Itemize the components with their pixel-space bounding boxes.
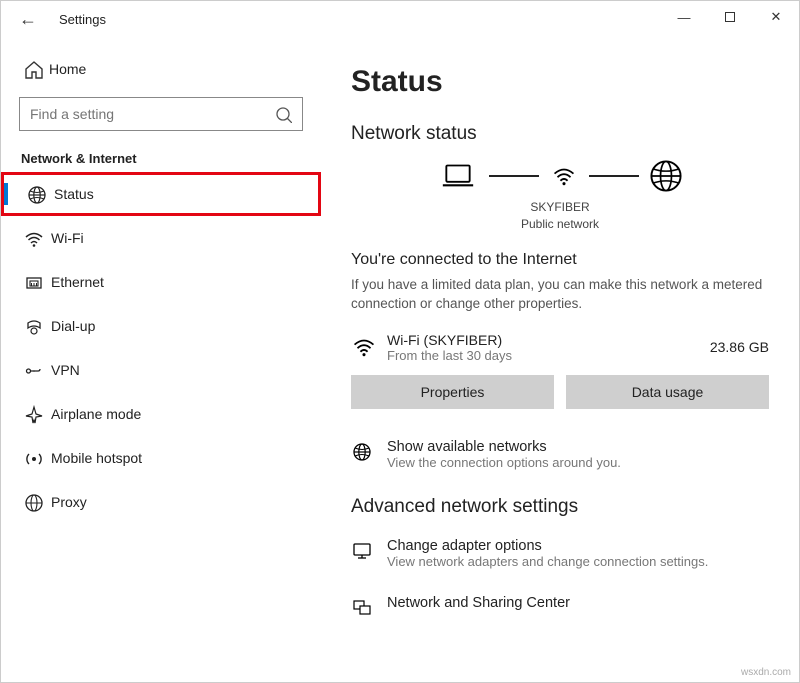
wifi-icon: [549, 163, 579, 189]
minimize-button[interactable]: ―: [661, 1, 707, 33]
nav-status[interactable]: Status: [1, 172, 321, 216]
nav-hotspot[interactable]: Mobile hotspot: [1, 436, 321, 480]
nav-dialup[interactable]: Dial-up: [1, 304, 321, 348]
page-title: Status: [351, 65, 769, 99]
connection-period: From the last 30 days: [387, 348, 512, 363]
sharing-title: Network and Sharing Center: [387, 595, 570, 611]
data-usage-button[interactable]: Data usage: [566, 375, 769, 409]
nav-label: Ethernet: [51, 274, 104, 290]
monitor-icon: [351, 538, 387, 562]
adapter-title: Change adapter options: [387, 538, 708, 554]
network-status-heading: Network status: [351, 123, 769, 145]
nav-label: Mobile hotspot: [51, 450, 142, 466]
home-label: Home: [49, 61, 86, 77]
sharing-center-link[interactable]: Network and Sharing Center: [351, 595, 769, 619]
connected-title: You're connected to the Internet: [351, 251, 769, 269]
search-input[interactable]: [30, 106, 274, 122]
advanced-heading: Advanced network settings: [351, 496, 769, 518]
diagram-ssid: SKYFIBER: [351, 199, 769, 216]
nav-label: Status: [54, 186, 94, 202]
nav-label: Proxy: [51, 494, 87, 510]
nav-ethernet[interactable]: Ethernet: [1, 260, 321, 304]
show-networks-desc: View the connection options around you.: [387, 455, 621, 470]
watermark: wsxdn.com: [741, 667, 791, 678]
wifi-icon: [23, 228, 51, 248]
search-box[interactable]: [19, 97, 303, 131]
ethernet-icon: [23, 272, 51, 292]
adapter-desc: View network adapters and change connect…: [387, 554, 708, 569]
window-title: Settings: [59, 12, 106, 27]
nav-airplane[interactable]: Airplane mode: [1, 392, 321, 436]
nav-proxy[interactable]: Proxy: [1, 480, 321, 524]
show-networks-title: Show available networks: [387, 439, 621, 455]
back-button[interactable]: ←: [19, 9, 39, 30]
laptop-icon: [437, 162, 479, 190]
home-link[interactable]: Home: [1, 47, 321, 91]
sharing-icon: [351, 595, 387, 619]
properties-button[interactable]: Properties: [351, 375, 554, 409]
nav-label: Airplane mode: [51, 406, 141, 422]
connection-name: Wi-Fi (SKYFIBER): [387, 332, 512, 348]
sidebar: Home Network & Internet Status Wi-Fi Eth…: [1, 37, 321, 682]
maximize-button[interactable]: [707, 1, 753, 33]
nav-label: Dial-up: [51, 318, 95, 334]
network-diagram: [351, 159, 769, 193]
wifi-icon: [351, 334, 387, 360]
proxy-icon: [23, 492, 51, 512]
connected-desc: If you have a limited data plan, you can…: [351, 275, 769, 314]
connection-row: Wi-Fi (SKYFIBER) From the last 30 days 2…: [351, 332, 769, 363]
search-icon: [274, 105, 292, 123]
show-networks-link[interactable]: Show available networks View the connect…: [351, 439, 769, 470]
nav-vpn[interactable]: VPN: [1, 348, 321, 392]
airplane-icon: [23, 404, 51, 424]
vpn-icon: [23, 360, 51, 380]
main-content: Status Network status SKYFIBER Public ne…: [321, 37, 799, 682]
status-icon: [26, 184, 54, 204]
close-button[interactable]: ✕: [753, 1, 799, 33]
adapter-options-link[interactable]: Change adapter options View network adap…: [351, 538, 769, 569]
globe-icon: [649, 159, 683, 193]
nav-label: Wi-Fi: [51, 230, 84, 246]
diagram-type: Public network: [351, 216, 769, 233]
dialup-icon: [23, 316, 51, 336]
nav-wifi[interactable]: Wi-Fi: [1, 216, 321, 260]
section-heading: Network & Internet: [1, 145, 321, 172]
hotspot-icon: [23, 448, 51, 468]
data-usage-amount: 23.86 GB: [710, 339, 769, 355]
nav-label: VPN: [51, 362, 80, 378]
globe-icon: [351, 439, 387, 463]
home-icon: [23, 59, 49, 79]
